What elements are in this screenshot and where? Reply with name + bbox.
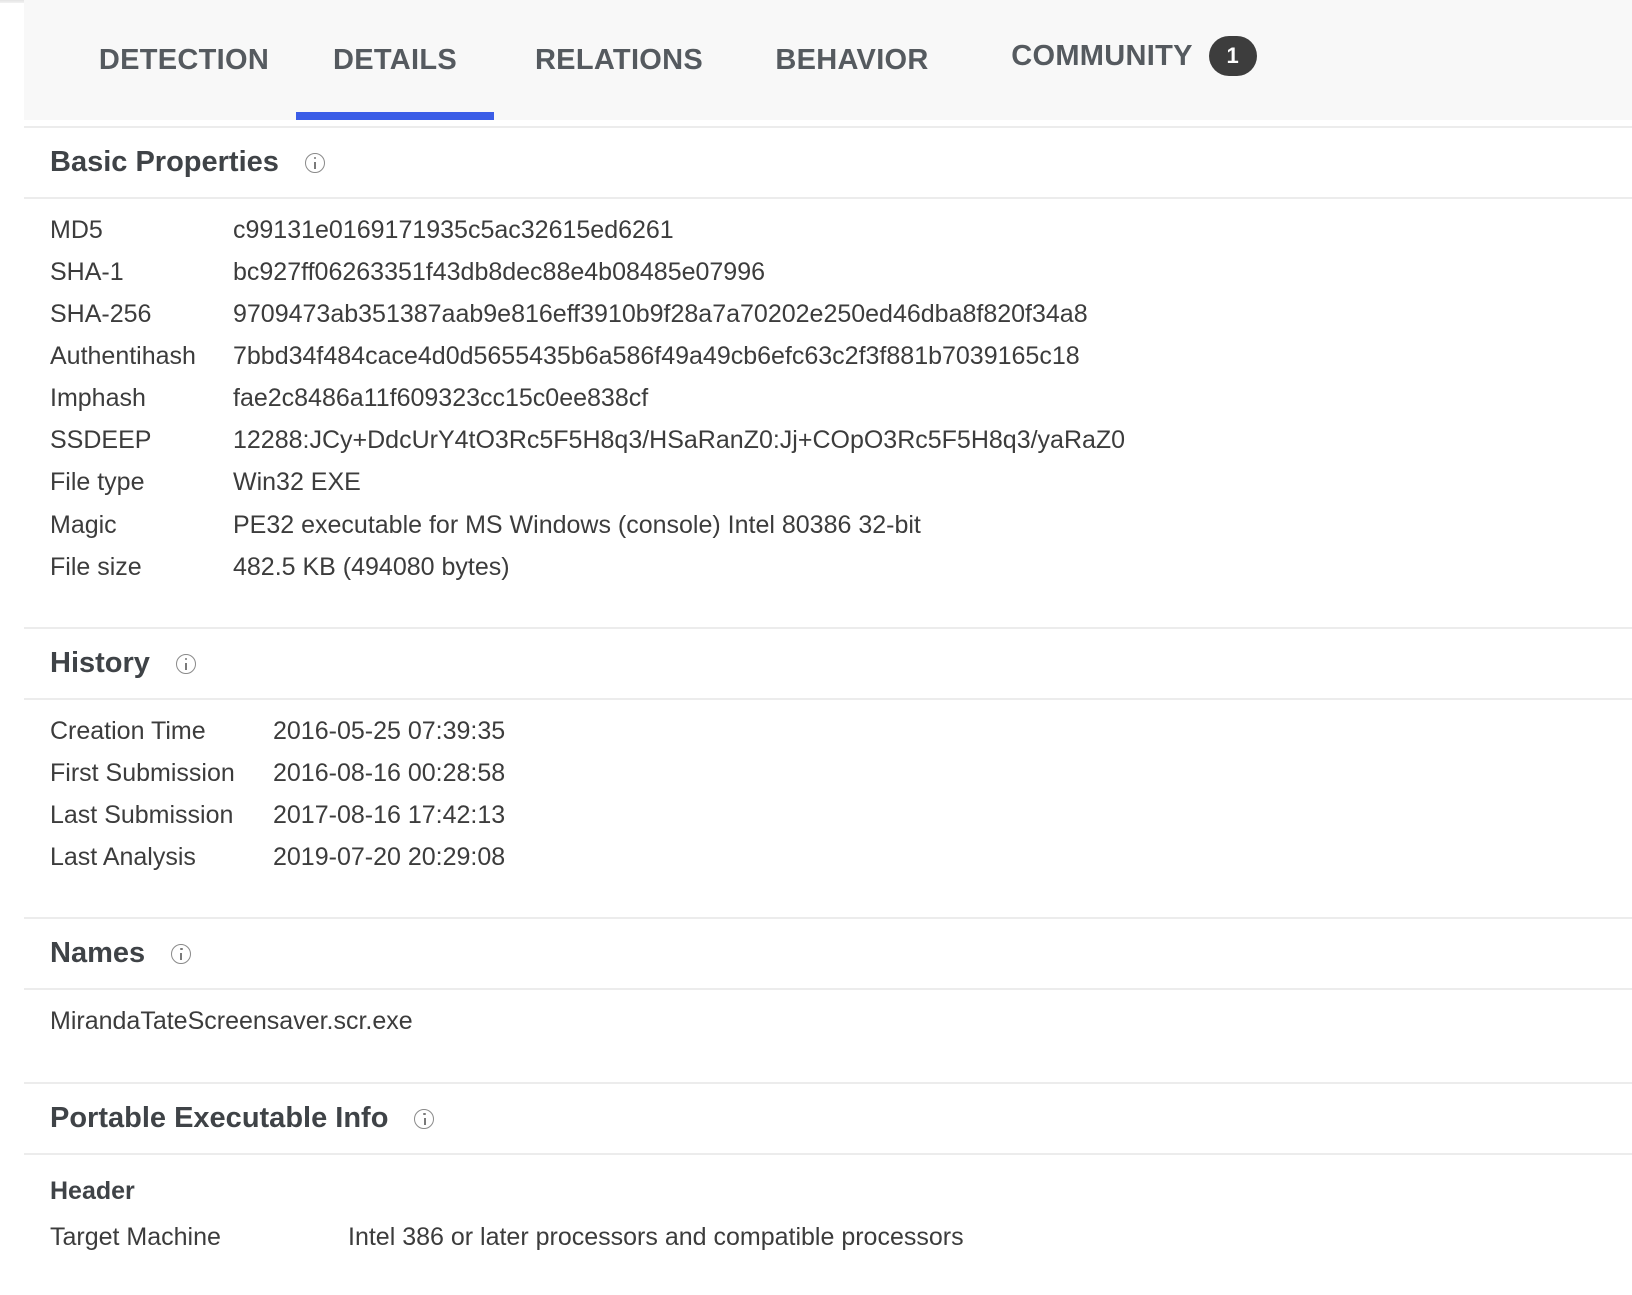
property-key: MD5 [50,215,103,244]
property-row-file-size: File size 482.5 KB (494080 bytes) [50,545,510,589]
history-row-first-submission: First Submission 2016-08-16 00:28:58 [50,751,505,795]
history-row-last-analysis: Last Analysis 2019-07-20 20:29:08 [50,835,505,879]
section-title-text: Names [50,937,146,969]
property-value: 12288:JCy+DdcUrY4tO3Rc5F5H8q3/HSaRanZ0:J… [233,425,1126,454]
property-key: SHA-256 [50,299,152,328]
section-title-text: Basic Properties [50,146,279,178]
property-value: c99131e0169171935c5ac32615ed6261 [233,215,674,244]
file-name-item: MirandaTateScreensaver.scr.exe [50,1007,413,1035]
tab-label: RELATIONS [534,43,704,76]
property-value: bc927ff06263351f43db8dec88e4b08485e07996 [233,257,766,286]
property-row-md5: MD5 c99131e0169171935c5ac32615ed6261 [50,208,674,252]
tab-label: BEHAVIOR [775,43,929,76]
property-value: 482.5 KB (494080 bytes) [233,552,510,581]
basic-properties-title: Basic Properties [50,146,325,179]
section-divider [24,1153,1632,1155]
tab-behavior[interactable]: BEHAVIOR [762,0,942,120]
property-row-authentihash: Authentihash 7bbd34f484cace4d0d5655435b6… [50,334,1080,378]
property-row-magic: Magic PE32 executable for MS Windows (co… [50,503,921,547]
history-value: 2016-08-16 00:28:58 [273,758,506,787]
tab-community[interactable]: COMMUNITY 1 [990,0,1278,116]
tab-label: DETECTION [98,43,270,76]
history-key: Last Analysis [50,842,196,871]
section-divider [24,627,1632,629]
community-count-badge: 1 [1208,36,1257,76]
info-icon[interactable] [171,943,192,964]
property-row-ssdeep: SSDEEP 12288:JCy+DdcUrY4tO3Rc5F5H8q3/HSa… [50,418,1125,462]
property-key: Authentihash [50,341,196,370]
tab-details[interactable]: DETAILS [296,0,494,120]
history-value: 2017-08-16 17:42:13 [273,800,506,829]
property-value: PE32 executable for MS Windows (console)… [233,510,921,539]
tab-bar: DETECTION DETAILS RELATIONS BEHAVIOR COM… [24,0,1632,120]
section-divider [24,698,1632,700]
tab-detection[interactable]: DETECTION [94,0,274,120]
names-title: Names [50,937,192,970]
section-divider [24,197,1632,199]
active-tab-indicator [296,112,494,120]
section-divider [24,988,1632,990]
history-value: 2016-05-25 07:39:35 [273,716,506,745]
property-key: File size [50,552,142,581]
pe-info-title: Portable Executable Info [50,1102,435,1135]
property-row-imphash: Imphash fae2c8486a11f609323cc15c0ee838cf [50,376,648,420]
property-value: 9709473ab351387aab9e816eff3910b9f28a7a70… [233,299,1088,328]
history-key: Creation Time [50,716,206,745]
history-row-last-submission: Last Submission 2017-08-16 17:42:13 [50,793,505,837]
history-value: 2019-07-20 20:29:08 [273,842,506,871]
section-title-text: Portable Executable Info [50,1102,389,1134]
property-row-sha1: SHA-1 bc927ff06263351f43db8dec88e4b08485… [50,250,765,294]
pe-value: Intel 386 or later processors and compat… [348,1222,964,1251]
property-value: 7bbd34f484cace4d0d5655435b6a586f49a49cb6… [233,341,1080,370]
section-divider [24,1082,1632,1084]
pe-row-target-machine: Target Machine Intel 386 or later proces… [50,1215,964,1259]
history-key: Last Submission [50,800,234,829]
history-title: History [50,647,196,680]
info-icon[interactable] [175,653,196,674]
property-key: SHA-1 [50,257,124,286]
section-title-text: History [50,647,150,679]
property-value: fae2c8486a11f609323cc15c0ee838cf [233,383,649,412]
info-icon[interactable] [414,1108,435,1129]
property-key: File type [50,467,145,496]
property-key: Imphash [50,383,146,412]
property-row-file-type: File type Win32 EXE [50,460,361,504]
tab-label: DETAILS [332,43,457,76]
history-row-creation-time: Creation Time 2016-05-25 07:39:35 [50,709,505,753]
property-row-sha256: SHA-256 9709473ab351387aab9e816eff3910b9… [50,292,1088,336]
section-divider [24,126,1632,128]
info-icon[interactable] [304,152,325,173]
pe-header-subtitle: Header [50,1177,135,1205]
pe-key: Target Machine [50,1222,221,1251]
tab-relations[interactable]: RELATIONS [524,0,714,120]
tab-label: COMMUNITY [1011,39,1193,72]
property-key: SSDEEP [50,425,152,454]
history-key: First Submission [50,758,235,787]
section-divider [24,917,1632,919]
property-key: Magic [50,510,117,539]
property-value: Win32 EXE [233,467,361,496]
